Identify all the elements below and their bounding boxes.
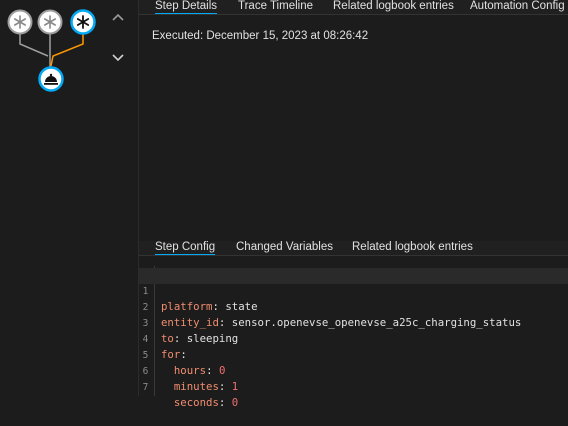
chevron-up-icon[interactable]: [111, 10, 125, 23]
line-number: 7: [142, 381, 149, 393]
step-tab-bar: Step Config Changed Variables Related lo…: [139, 241, 568, 256]
yaml-key: seconds: [173, 396, 219, 409]
trigger-node-3-active[interactable]: [70, 9, 96, 35]
yaml-code-editor[interactable]: 1 platform: state 2 entity_id: sensor.op…: [139, 266, 568, 410]
trace-edge-3: [50, 34, 84, 67]
top-tab-bar: Step Details Trace Timeline Related logb…: [139, 0, 568, 15]
tab-step-config[interactable]: Step Config: [155, 241, 216, 255]
trace-graph: [7, 9, 96, 92]
tab-step-details[interactable]: Step Details: [155, 0, 218, 14]
executed-timestamp: Executed: December 15, 2023 at 08:26:42: [152, 30, 369, 42]
yaml-number: 0: [231, 396, 239, 409]
tab-changed-variables[interactable]: Changed Variables: [236, 241, 333, 255]
trigger-node-1[interactable]: [7, 9, 33, 35]
trace-details-panel: Step Details Trace Timeline Related logb…: [139, 0, 568, 410]
chevron-down-icon[interactable]: [111, 51, 125, 64]
yaml-number: 1: [231, 380, 239, 393]
code-line-2[interactable]: 2 entity_id: sensor.openevse_openevse_a2…: [139, 284, 568, 330]
tab-trace-timeline[interactable]: Trace Timeline: [238, 0, 313, 14]
tab-related-logbook-step[interactable]: Related logbook entries: [352, 241, 473, 255]
code-line-7[interactable]: 7 seconds: 0: [139, 364, 568, 410]
code-line-1[interactable]: 1 platform: state: [139, 268, 568, 313]
yaml-key: minutes: [173, 380, 219, 393]
code-line-6[interactable]: 6 minutes: 1: [139, 348, 568, 394]
trace-graph-panel: [0, 0, 138, 396]
tab-related-logbook[interactable]: Related logbook entries: [333, 0, 454, 14]
trace-edge-1: [19, 34, 49, 57]
code-line-4[interactable]: 4 for:: [139, 316, 568, 362]
trigger-node-2[interactable]: [37, 9, 63, 35]
code-line-5[interactable]: 5 hours: 0: [139, 332, 568, 378]
action-node[interactable]: [38, 66, 64, 92]
tab-automation-config[interactable]: Automation Config: [470, 0, 565, 14]
code-line-3[interactable]: 3 to: sleeping: [139, 300, 568, 346]
